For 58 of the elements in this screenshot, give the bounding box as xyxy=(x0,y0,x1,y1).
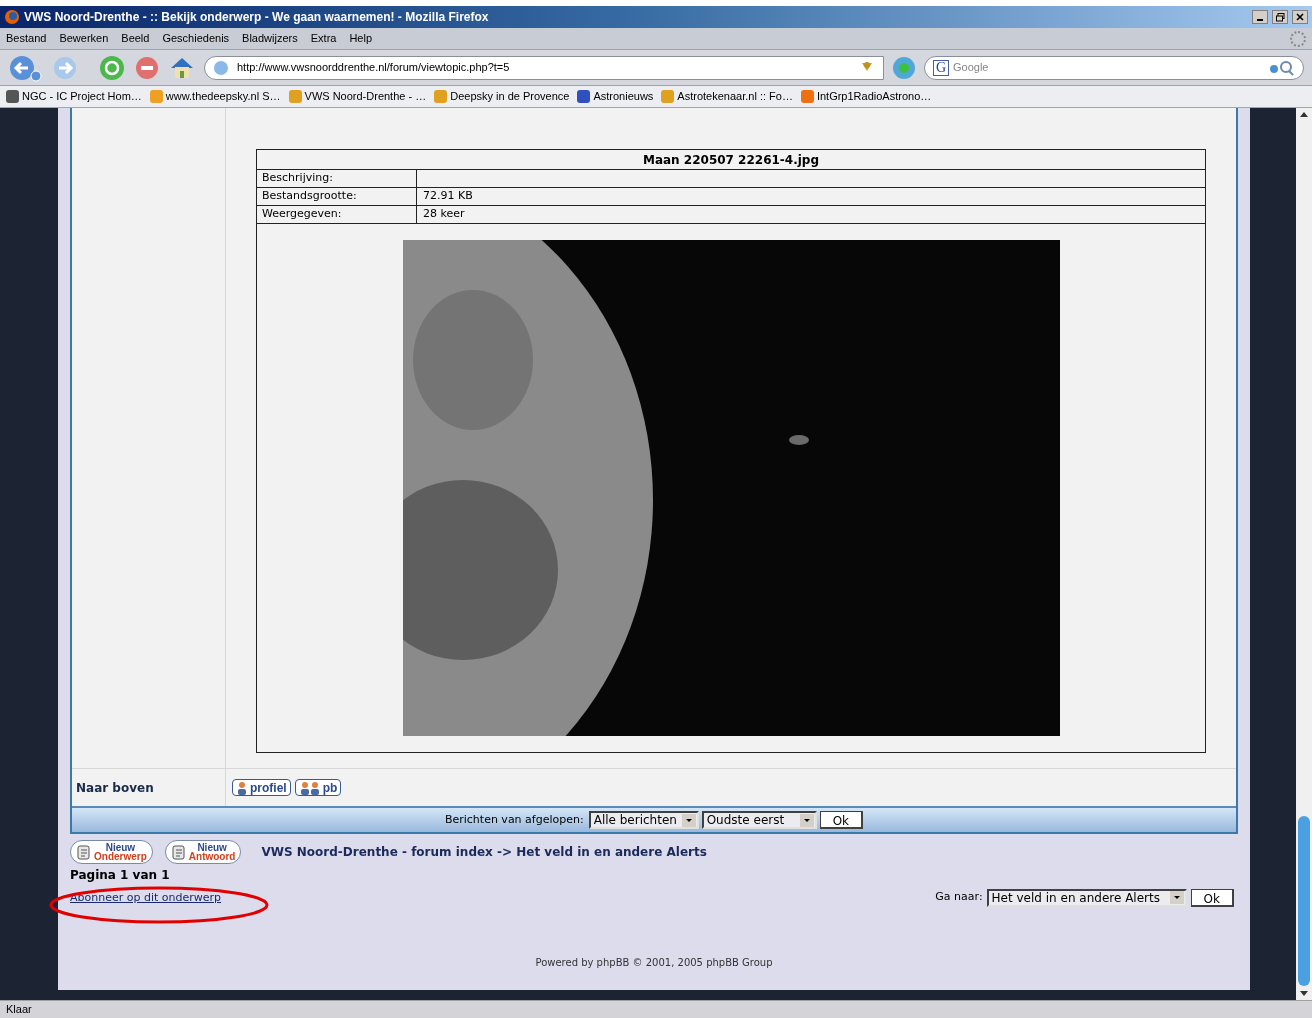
bookmark[interactable]: Astronieuws xyxy=(577,88,654,105)
table-cell: Weergegeven: xyxy=(257,206,417,223)
search-icon[interactable] xyxy=(1269,59,1295,76)
menu-item[interactable]: Bewerken xyxy=(59,30,109,47)
globe-icon xyxy=(213,59,229,76)
close-icon[interactable] xyxy=(1292,10,1308,24)
search-field[interactable]: G Google xyxy=(924,55,1304,80)
filter-label: Berichten van afgelopen: xyxy=(444,811,584,828)
menu-item[interactable]: Beeld xyxy=(121,30,150,47)
menu-item[interactable]: Bestand xyxy=(6,30,47,47)
menu-item[interactable]: Extra xyxy=(310,30,337,47)
search-input[interactable]: Google xyxy=(953,59,1265,76)
page-count: Pagina 1 van 1 xyxy=(70,867,171,884)
jump-label: Ga naar: xyxy=(935,889,983,906)
document-icon xyxy=(76,844,92,860)
new-reply-button[interactable]: Nieuw Antwoord xyxy=(164,840,242,864)
footer-text: Powered by phpBB © 2001, 2005 phpBB Group xyxy=(535,955,773,970)
attachment-title: Maan 220507 22261-4.jpg xyxy=(257,150,1205,170)
new-topic-button[interactable]: Nieuw Onderwerp xyxy=(70,840,153,864)
document-icon xyxy=(170,844,187,860)
forum-select[interactable]: Het veld in en andere Alerts xyxy=(986,888,1187,907)
ok-button[interactable]: Ok xyxy=(819,811,864,829)
scrollbar-thumb[interactable] xyxy=(1298,816,1310,986)
go-icon[interactable] xyxy=(892,55,916,80)
minimize-icon[interactable] xyxy=(1252,10,1268,24)
back-icon[interactable] xyxy=(8,53,44,82)
table-cell: Bestandsgrootte: xyxy=(257,188,417,205)
window-title: VWS Noord-Drenthe - :: Bekijk onderwerp - We gaan waarnemen! - Mozilla Firefox xyxy=(24,9,490,26)
table-cell-text: 28 keer xyxy=(422,206,466,223)
throbber-icon xyxy=(1290,30,1306,47)
stop-icon[interactable] xyxy=(134,54,160,81)
search-engine-icon[interactable]: G xyxy=(933,59,949,76)
bookmark[interactable]: www.thedeepsky.nl S… xyxy=(149,88,281,105)
menu-item[interactable]: Geschiedenis xyxy=(162,30,230,47)
reload-icon[interactable] xyxy=(98,53,126,82)
scrollbar[interactable] xyxy=(1296,108,1312,1000)
browser-logo-icon xyxy=(4,9,20,25)
bookmark[interactable]: VWS Noord-Drenthe - … xyxy=(288,88,427,105)
table-cell-text: 72.91 KB xyxy=(422,188,474,205)
order-select[interactable]: Oudste eerst xyxy=(701,811,817,829)
ok-button[interactable]: Ok xyxy=(1190,888,1234,907)
breadcrumb-link[interactable]: VWS Noord-Drenthe - forum index -> Het veld in en andere Alerts xyxy=(261,843,707,861)
bookmark[interactable]: Astrotekenaar.nl :: Fo… xyxy=(661,88,793,105)
back-to-top-link[interactable]: Naar boven xyxy=(76,778,154,797)
profile-button[interactable]: profiel xyxy=(232,779,291,796)
menu-item[interactable]: Help xyxy=(349,30,373,47)
two-users-icon xyxy=(298,780,321,795)
bookmark[interactable]: IntGrp1RadioAstrono… xyxy=(800,88,932,105)
table-cell: Beschrijving: xyxy=(257,170,417,187)
bookmark[interactable]: Deepsky in de Provence xyxy=(434,88,570,105)
private-message-button[interactable]: pb xyxy=(294,779,342,796)
restore-icon[interactable] xyxy=(1272,10,1288,24)
address-bar[interactable]: http://www.vwsnoorddrenthe.nl/forum/viewtopic.php?t=5 xyxy=(204,55,884,80)
menu-item[interactable]: Bladwijzers xyxy=(242,30,298,47)
period-select[interactable]: Alle berichten xyxy=(588,811,699,829)
status-text: Klaar xyxy=(6,1002,32,1018)
user-icon xyxy=(236,780,248,795)
bookmark[interactable]: NGC - IC Project Hom… xyxy=(6,88,142,105)
